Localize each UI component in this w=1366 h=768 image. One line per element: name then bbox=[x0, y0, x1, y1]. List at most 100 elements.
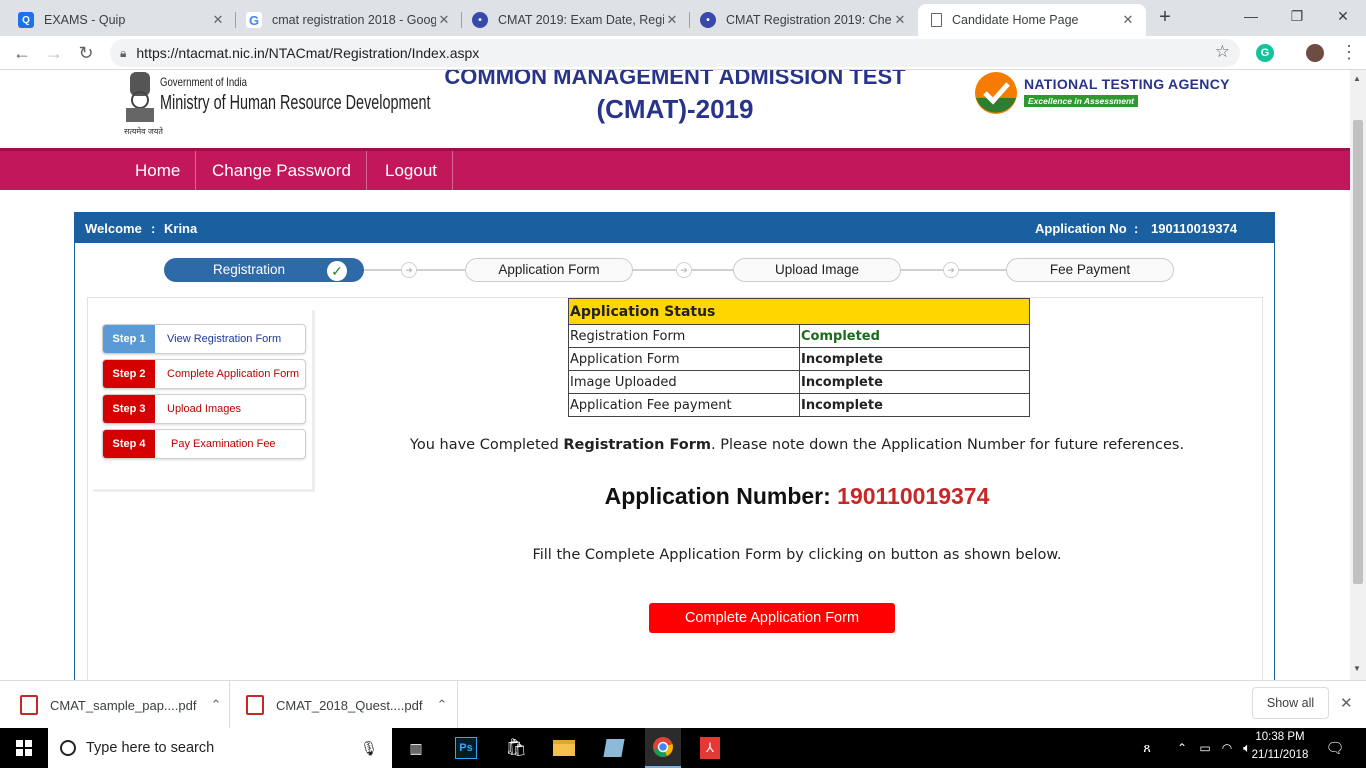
file-explorer-icon[interactable] bbox=[548, 728, 580, 768]
step-link[interactable]: Pay Examination Fee bbox=[171, 430, 276, 458]
tab-title: cmat registration 2018 - Google Search bbox=[272, 13, 436, 27]
minimize-button[interactable]: — bbox=[1228, 0, 1274, 32]
arrow-icon: ➜ bbox=[943, 262, 959, 278]
status-value: Incomplete bbox=[799, 347, 1030, 371]
chrome-icon[interactable] bbox=[645, 728, 681, 768]
close-window-button[interactable]: ✕ bbox=[1320, 0, 1366, 32]
steps-sidebar: Step 1 View Registration Form Step 2 Com… bbox=[93, 310, 315, 492]
chevron-up-icon[interactable]: ⌃ bbox=[436, 697, 447, 713]
download-filename: CMAT_2018_Quest....pdf bbox=[276, 697, 423, 713]
close-tab-icon[interactable]: ✕ bbox=[1120, 12, 1136, 28]
photoshop-icon[interactable]: Ps bbox=[450, 728, 482, 768]
tab-cmat-exam-date[interactable]: • CMAT 2019: Exam Date, Registration ✕ bbox=[462, 4, 690, 36]
arrow-icon: ➜ bbox=[401, 262, 417, 278]
message-text: You have Completed bbox=[409, 437, 564, 453]
acrobat-icon[interactable]: ⅄ bbox=[694, 728, 726, 768]
task-view-icon[interactable]: ▥ bbox=[400, 728, 432, 768]
message-text: . Please note down the Application Numbe… bbox=[711, 437, 1185, 453]
progress-step-label: Registration bbox=[212, 262, 286, 277]
emblem-motto: सत्यमेव जयते bbox=[124, 127, 163, 136]
download-item[interactable]: CMAT_sample_pap....pdf ⌃ bbox=[20, 681, 230, 729]
profile-avatar[interactable] bbox=[1306, 44, 1324, 62]
step-upload-images[interactable]: Step 3 Upload Images bbox=[102, 394, 306, 424]
tab-exams-quip[interactable]: Q EXAMS - Quip ✕ bbox=[8, 4, 236, 36]
table-row: Registration Form Completed bbox=[568, 324, 1030, 348]
taskbar-search-box[interactable]: Type here to search 🎙︎ bbox=[48, 728, 392, 768]
bookmark-star-icon[interactable]: ☆ bbox=[1215, 42, 1230, 62]
progress-step-application-form: Application Form bbox=[465, 258, 633, 282]
site-title-line2: (CMAT)-2019 bbox=[596, 94, 754, 124]
store-icon[interactable]: 🛍︎ bbox=[500, 728, 532, 768]
forward-icon[interactable]: → bbox=[42, 41, 66, 65]
appnum-label: Application Number: bbox=[604, 483, 838, 509]
page-favicon-icon bbox=[931, 13, 942, 27]
step-view-registration-form[interactable]: Step 1 View Registration Form bbox=[102, 324, 306, 354]
site-favicon-icon: • bbox=[472, 12, 488, 28]
status-value: Incomplete bbox=[799, 393, 1030, 417]
new-tab-button[interactable]: + bbox=[1154, 6, 1176, 28]
microphone-icon[interactable]: 🎙︎ bbox=[360, 740, 378, 757]
welcome-separator: : bbox=[151, 221, 156, 236]
url-text: https://ntacmat.nic.in/NTACmat/Registrat… bbox=[136, 45, 480, 61]
completion-message: You have Completed Registration Form. Pl… bbox=[330, 437, 1264, 453]
close-downloads-icon[interactable]: ✕ bbox=[1340, 694, 1353, 712]
windows-start-icon[interactable] bbox=[0, 728, 48, 768]
nta-logo-icon bbox=[975, 72, 1017, 114]
complete-application-button[interactable]: Complete Application Form bbox=[649, 603, 895, 633]
app-icon[interactable] bbox=[598, 728, 630, 768]
instruction-text: Fill the Complete Application Form by cl… bbox=[532, 547, 1062, 563]
back-icon[interactable]: ← bbox=[10, 41, 34, 65]
download-item[interactable]: CMAT_2018_Quest....pdf ⌃ bbox=[246, 681, 458, 729]
reload-icon[interactable]: ↻ bbox=[74, 41, 98, 65]
show-all-button[interactable]: Show all bbox=[1252, 687, 1329, 719]
tab-candidate-home[interactable]: Candidate Home Page ✕ bbox=[918, 4, 1146, 36]
people-icon[interactable]: ጸ bbox=[1136, 728, 1158, 768]
step-pay-examination-fee[interactable]: Step 4 Pay Examination Fee bbox=[102, 429, 306, 459]
nta-name: NATIONAL TESTING AGENCY bbox=[1024, 76, 1230, 92]
maximize-button[interactable]: ❐ bbox=[1274, 0, 1320, 32]
notifications-icon[interactable]: 🗨︎ bbox=[1320, 728, 1350, 768]
address-bar[interactable]: 🔒︎ https://ntacmat.nic.in/NTACmat/Regist… bbox=[110, 39, 1240, 67]
tab-title: Candidate Home Page bbox=[952, 13, 1079, 27]
step-link[interactable]: Upload Images bbox=[167, 395, 241, 423]
wifi-icon[interactable]: ◠ bbox=[1218, 728, 1236, 768]
taskbar-date[interactable]: 21/11/2018 bbox=[1248, 749, 1312, 761]
arrow-icon: ➜ bbox=[676, 262, 692, 278]
appno-value: 190110019374 bbox=[1151, 221, 1238, 236]
nav-logout[interactable]: Logout bbox=[370, 151, 453, 190]
close-tab-icon[interactable]: ✕ bbox=[210, 12, 226, 28]
welcome-label: Welcome bbox=[85, 221, 142, 236]
chevron-up-icon[interactable]: ⌃ bbox=[1174, 728, 1190, 768]
chevron-up-icon[interactable]: ⌃ bbox=[210, 697, 221, 713]
battery-icon[interactable]: ▭ bbox=[1196, 728, 1214, 768]
appno-label: Application No bbox=[1035, 221, 1127, 236]
tab-cmat-registration[interactable]: • CMAT Registration 2019: Check ✕ bbox=[690, 4, 918, 36]
step-complete-application-form[interactable]: Step 2 Complete Application Form bbox=[102, 359, 306, 389]
close-tab-icon[interactable]: ✕ bbox=[664, 12, 680, 28]
scroll-down-icon[interactable]: ▼ bbox=[1353, 664, 1361, 673]
site-title-line1: COMMON MANAGEMENT ADMISSION TEST bbox=[444, 70, 906, 89]
nav-change-password[interactable]: Change Password bbox=[197, 151, 367, 190]
site-favicon-icon: • bbox=[700, 12, 716, 28]
grammarly-extension-icon[interactable]: G bbox=[1256, 44, 1274, 62]
web-page: सत्यमेव जयते Government of India Ministr… bbox=[0, 70, 1350, 680]
scroll-up-icon[interactable]: ▲ bbox=[1353, 74, 1361, 83]
close-tab-icon[interactable]: ✕ bbox=[436, 12, 452, 28]
status-item: Registration Form bbox=[568, 324, 800, 348]
step-link[interactable]: Complete Application Form bbox=[167, 360, 299, 388]
step-link[interactable]: View Registration Form bbox=[167, 325, 281, 353]
application-number: Application Number: 190110019374 bbox=[330, 483, 1264, 510]
table-row: Application Form Incomplete bbox=[568, 347, 1030, 371]
close-tab-icon[interactable]: ✕ bbox=[892, 12, 908, 28]
page-scrollbar[interactable]: ▲ ▼ bbox=[1350, 70, 1366, 680]
windows-taskbar: Type here to search 🎙︎ ▥ Ps 🛍︎ ⅄ ጸ ⌃ ▭ ◠… bbox=[0, 728, 1366, 768]
tab-google-search[interactable]: G cmat registration 2018 - Google Search… bbox=[236, 4, 462, 36]
status-value: Completed bbox=[799, 324, 1030, 348]
nav-home[interactable]: Home bbox=[120, 151, 197, 190]
taskbar-time[interactable]: 10:38 PM bbox=[1252, 731, 1308, 743]
scroll-thumb[interactable] bbox=[1353, 120, 1363, 584]
tab-title: CMAT 2019: Exam Date, Registration bbox=[498, 13, 664, 27]
status-item: Image Uploaded bbox=[568, 370, 800, 394]
gov-line: Government of India bbox=[160, 75, 247, 89]
menu-icon[interactable]: ⋮ bbox=[1340, 42, 1358, 63]
